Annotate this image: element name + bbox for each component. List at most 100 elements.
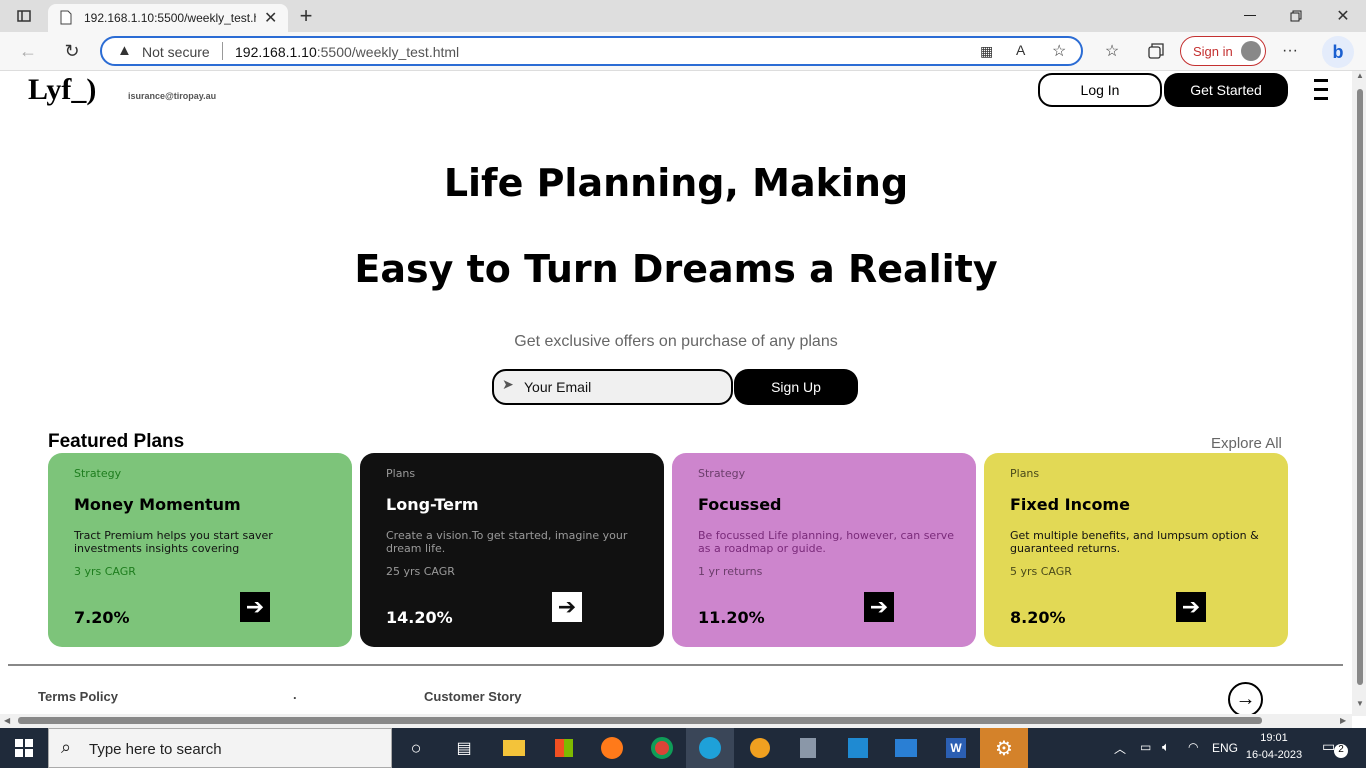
plan-card[interactable]: Strategy Focussed Be focussed Life plannin… (672, 453, 976, 647)
settings-more-icon[interactable]: ··· (1278, 40, 1302, 62)
send-icon: ➤ (502, 376, 514, 392)
notification-count: 2 (1334, 744, 1348, 758)
bing-copilot-icon[interactable]: b (1322, 36, 1354, 68)
search-icon: ⌕ (61, 737, 72, 757)
warning-icon: ▲ (117, 42, 132, 59)
plan-card[interactable]: Plans Fixed Income Get multiple benefits, … (984, 453, 1288, 647)
refresh-icon[interactable]: ↻ (60, 40, 84, 62)
add-favorite-icon[interactable]: ☆ (1052, 41, 1066, 61)
file-explorer-icon[interactable] (490, 728, 538, 768)
favorites-icon[interactable]: ☆ (1100, 40, 1124, 62)
card-meta: 3 yrs CAGR (74, 565, 136, 578)
card-title: Long-Term (386, 495, 479, 514)
card-description: Create a vision.To get started, imagine … (386, 529, 628, 555)
restore-icon[interactable] (1284, 6, 1308, 26)
card-title: Money Momentum (74, 495, 241, 514)
back-icon[interactable]: ← (16, 40, 40, 62)
task-view-icon[interactable]: ○ (392, 728, 440, 768)
card-value: 7.20% (74, 608, 130, 627)
close-window-icon[interactable]: ✕ (1330, 4, 1356, 28)
vpn-icon[interactable] (736, 728, 784, 768)
edge-icon[interactable] (686, 728, 734, 768)
logo[interactable]: Lyf_) (28, 73, 96, 107)
plan-card[interactable]: Strategy Money Momentum Tract Premium help… (48, 453, 352, 647)
get-started-button[interactable]: Get Started (1164, 73, 1288, 107)
settings-gear-icon[interactable]: ⚙ (980, 728, 1028, 768)
arrow-right-icon[interactable]: ➔ (552, 592, 582, 622)
close-tab-icon[interactable]: ✕ (264, 8, 277, 28)
plan-card[interactable]: Plans Long-Term Create a vision.To get sta… (360, 453, 664, 647)
hamburger-menu-icon[interactable] (1314, 79, 1330, 101)
explore-all-link[interactable]: Explore All (1211, 435, 1282, 452)
arrow-right-icon[interactable]: ➔ (864, 592, 894, 622)
firefox-icon[interactable] (588, 728, 636, 768)
language-indicator[interactable]: ENG (1212, 741, 1238, 755)
vscode-icon[interactable] (834, 728, 882, 768)
url-text: 192.168.1.10:5500/weekly_test.html (235, 44, 460, 60)
sign-in-label: Sign in (1193, 44, 1233, 59)
card-tag: Plans (1010, 467, 1040, 480)
card-title: Fixed Income (1010, 495, 1130, 514)
card-value: 14.20% (386, 608, 453, 627)
collections-icon[interactable] (1144, 40, 1168, 62)
horizontal-scroll-thumb[interactable] (18, 717, 1262, 724)
wifi-icon[interactable]: ◠ (1188, 740, 1198, 754)
horizontal-scrollbar[interactable]: ◀ ▶ (0, 714, 1352, 728)
widgets-icon[interactable]: ▤ (440, 728, 488, 768)
hero-title-line2: Easy to Turn Dreams a Reality (354, 247, 998, 291)
sign-in-button[interactable]: Sign in (1180, 36, 1266, 66)
read-aloud-icon[interactable]: A (1016, 42, 1025, 58)
hero-title-line1: Life Planning, Making (443, 161, 909, 205)
vertical-scrollbar[interactable]: ▲ ▼ (1352, 71, 1366, 716)
browser-tab[interactable]: 192.168.1.10:5500/weekly_test.ht ✕ (48, 4, 288, 32)
minimize-icon[interactable] (1238, 6, 1262, 26)
tab-actions-icon[interactable] (12, 6, 36, 26)
customer-story-link[interactable]: Customer Story (424, 689, 522, 704)
search-placeholder: Type here to search (89, 741, 222, 758)
card-description: Tract Premium helps you start saver inve… (74, 529, 273, 555)
word-icon[interactable]: W (932, 728, 980, 768)
card-meta: 25 yrs CAGR (386, 565, 455, 578)
qr-code-icon[interactable]: ▦ (980, 43, 993, 60)
card-meta: 1 yr returns (698, 565, 763, 578)
clock-date[interactable]: 16-04-2023 (1240, 749, 1308, 761)
footer-divider (8, 664, 1343, 666)
page-icon (60, 10, 72, 28)
card-description: Get multiple benefits, and lumpsum optio… (1010, 529, 1259, 555)
web-page: Lyf_) isurance@tiropay.au Log In Get Sta… (0, 71, 1352, 716)
card-value: 8.20% (1010, 608, 1066, 627)
footer-dot: . (293, 687, 297, 702)
store-icon[interactable] (540, 728, 588, 768)
notifications-icon[interactable]: ▭ 2 (1322, 738, 1348, 758)
taskbar-search-box[interactable]: ⌕ Type here to search (48, 728, 392, 768)
signup-button[interactable]: Sign Up (734, 369, 858, 405)
card-title: Focussed (698, 495, 782, 514)
vertical-scroll-thumb[interactable] (1357, 89, 1363, 685)
email-placeholder: Your Email (524, 379, 592, 395)
volume-icon[interactable]: 🔈︎ (1162, 739, 1170, 755)
clock-time[interactable]: 19:01 (1244, 732, 1304, 744)
start-windows-icon[interactable] (0, 728, 48, 768)
calculator-icon[interactable] (784, 728, 832, 768)
email-input[interactable]: ➤ Your Email (492, 369, 733, 405)
card-tag: Strategy (74, 467, 122, 480)
card-description: Be focussed Life planning, however, can … (698, 529, 955, 555)
next-arrow-icon[interactable]: → (1228, 682, 1263, 716)
photos-icon[interactable] (882, 728, 930, 768)
arrow-right-icon[interactable]: ➔ (240, 592, 270, 622)
avatar-icon (1241, 41, 1261, 61)
card-meta: 5 yrs CAGR (1010, 565, 1072, 578)
security-label: Not secure (142, 44, 210, 60)
hidden-icons-chevron-icon[interactable]: ︿ (1114, 740, 1126, 757)
login-button[interactable]: Log In (1038, 73, 1162, 107)
hero-subtitle: Get exclusive offers on purchase of any … (514, 333, 838, 350)
address-bar[interactable]: ▲ Not secure 192.168.1.10:5500/weekly_te… (100, 36, 1083, 66)
battery-icon[interactable]: ▭ (1140, 740, 1151, 754)
new-tab-icon[interactable]: + (294, 3, 318, 28)
chrome-icon[interactable] (638, 728, 686, 768)
card-tag: Strategy (698, 467, 746, 480)
terms-policy-link[interactable]: Terms Policy (38, 689, 118, 704)
divider (222, 42, 223, 60)
tab-title: 192.168.1.10:5500/weekly_test.ht (84, 11, 256, 25)
arrow-right-icon[interactable]: ➔ (1176, 592, 1206, 622)
